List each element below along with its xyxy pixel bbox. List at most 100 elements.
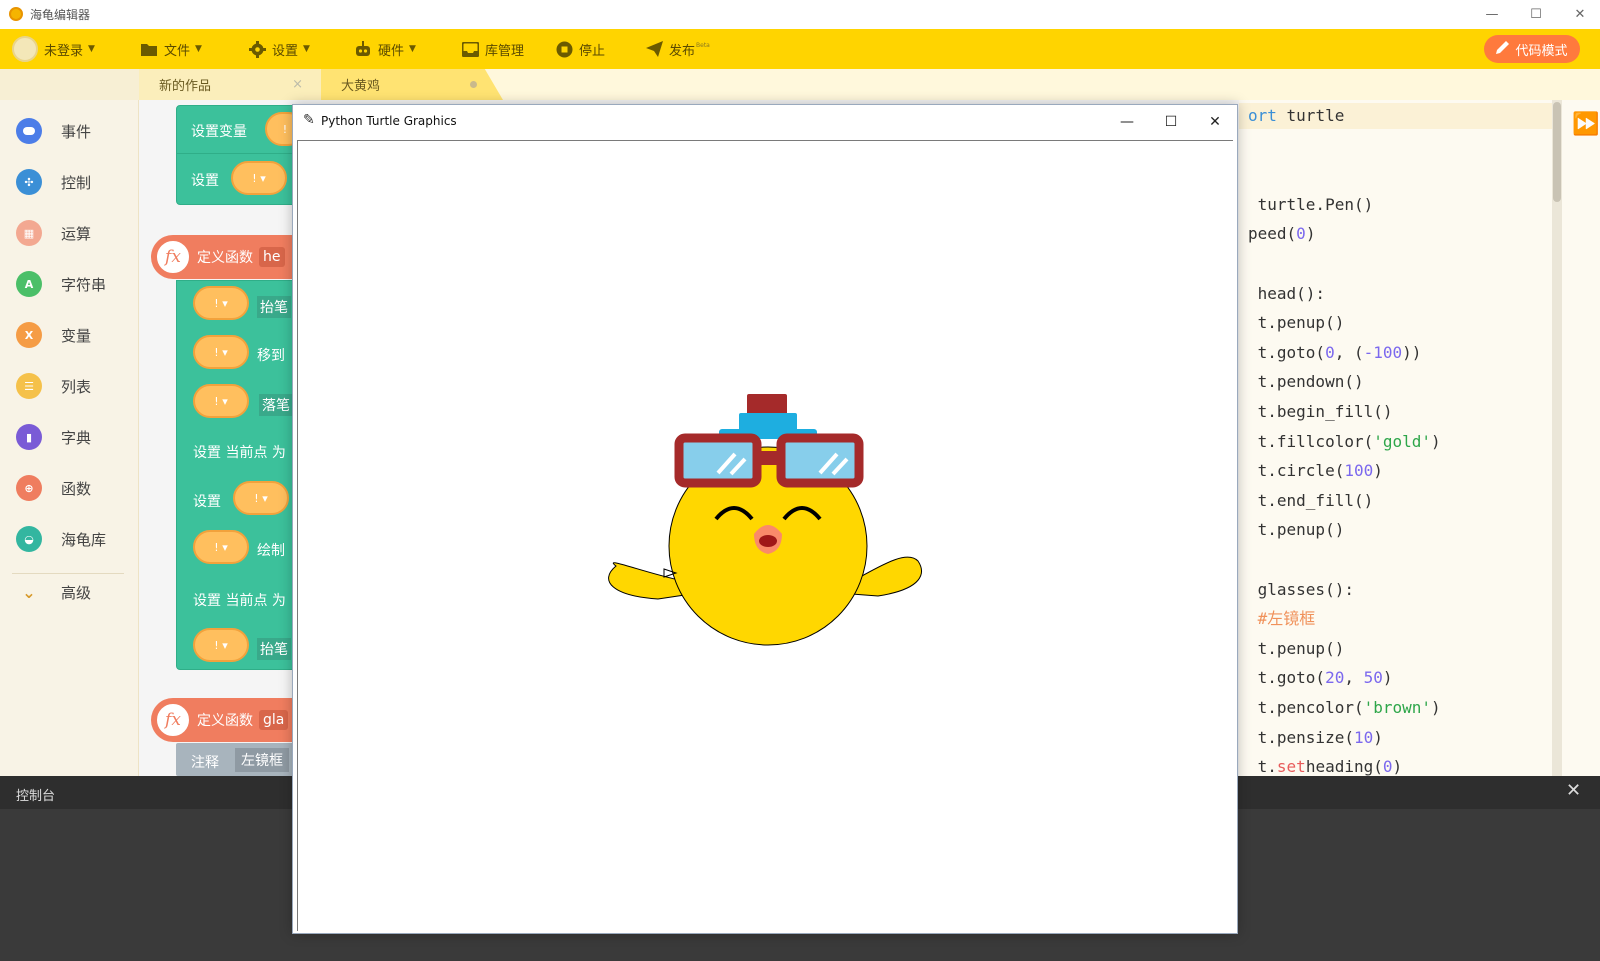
sidebar-item-label: 运算 xyxy=(61,224,92,243)
hardware-menu[interactable]: 硬件 ▼ xyxy=(354,29,416,69)
scrollbar-thumb[interactable] xyxy=(1553,102,1561,202)
code-line[interactable]: head(): xyxy=(1248,283,1325,305)
code-line[interactable]: t.penup() xyxy=(1248,638,1345,660)
turtle-window-title: Python Turtle Graphics xyxy=(321,114,457,128)
code-line[interactable]: t.circle(100) xyxy=(1248,460,1383,482)
paper-plane-icon xyxy=(645,40,663,58)
code-line[interactable]: t.penup() xyxy=(1248,312,1345,334)
code-mode-button[interactable]: 代码模式 xyxy=(1484,35,1580,63)
console-close-button[interactable]: ✕ xyxy=(1566,780,1581,801)
sidebar-item-functions[interactable]: ⊕ 函数 xyxy=(16,470,134,506)
operator-icon: ▦ xyxy=(16,220,42,246)
sidebar-item-label: 字典 xyxy=(61,428,92,447)
turtle-canvas[interactable] xyxy=(297,140,1233,931)
code-token: -100 xyxy=(1363,342,1403,362)
code-token: set xyxy=(1276,757,1306,777)
window-close-button[interactable]: ✕ xyxy=(1558,0,1600,29)
library-manager-button[interactable]: 库管理 xyxy=(461,29,524,69)
hat-top xyxy=(747,394,787,416)
code-token: t.begin_fill() xyxy=(1248,402,1393,421)
function-icon: ⊕ xyxy=(16,475,42,501)
code-token: )) xyxy=(1402,342,1422,362)
code-line[interactable]: turtle.Pen() xyxy=(1248,194,1374,216)
code-line[interactable]: peed(0) xyxy=(1248,223,1315,245)
code-token: 0 xyxy=(1325,342,1335,362)
close-icon[interactable]: × xyxy=(292,77,303,92)
turtle-graphics-window[interactable]: ✎ Python Turtle Graphics — ☐ ✕ xyxy=(292,104,1238,934)
sidebar-item-strings[interactable]: A 字符串 xyxy=(16,266,134,302)
code-line[interactable]: t.setheading(0) xyxy=(1248,756,1403,778)
sidebar-item-control[interactable]: ✣ 控制 xyxy=(16,164,134,200)
code-line[interactable]: t.pencolor('brown') xyxy=(1248,697,1441,719)
collapse-panel-icon[interactable]: ⏩ xyxy=(1572,112,1599,137)
code-token: turtle xyxy=(1276,106,1345,125)
code-line[interactable]: t.penup() xyxy=(1248,519,1345,541)
sidebar-item-events[interactable]: 事件 xyxy=(16,113,134,149)
code-line[interactable]: t.goto(20, 50) xyxy=(1248,667,1393,689)
control-icon: ✣ xyxy=(16,169,42,195)
value-slot[interactable]: ! ▾ xyxy=(233,481,289,515)
code-token: peed( xyxy=(1248,224,1297,244)
value-slot[interactable]: ! ▾ xyxy=(193,628,249,662)
code-line[interactable]: t.pensize(10) xyxy=(1248,727,1383,749)
code-line[interactable]: t.end_fill() xyxy=(1248,490,1374,512)
publish-button[interactable]: 发布 Beta xyxy=(645,29,710,69)
code-token: ort xyxy=(1248,106,1277,125)
tab-big-yellow-chick[interactable]: 大黄鸡 xyxy=(321,69,503,100)
value-slot[interactable]: ! ▾ xyxy=(193,335,249,369)
code-line[interactable]: t.pendown() xyxy=(1248,371,1364,393)
stop-icon xyxy=(555,40,573,58)
code-token: t.penup() xyxy=(1248,638,1345,658)
turtle-close-button[interactable]: ✕ xyxy=(1193,105,1237,138)
code-line[interactable]: glasses(): xyxy=(1248,579,1354,601)
turtle-minimize-button[interactable]: — xyxy=(1105,105,1149,138)
code-token: t.circle( xyxy=(1248,461,1345,481)
settings-menu[interactable]: 设置 ▼ xyxy=(248,29,310,69)
sidebar-item-advanced[interactable]: ⌄ 高级 xyxy=(16,574,134,610)
set-current-point-label: 设置 当前点 为 xyxy=(193,593,286,609)
sidebar-item-lists[interactable]: ☰ 列表 xyxy=(16,368,134,404)
function-name-field[interactable]: he xyxy=(259,247,285,267)
value-slot[interactable]: ! ▾ xyxy=(193,384,249,418)
tab-new-work[interactable]: 新的作品 × xyxy=(139,69,321,100)
stop-button[interactable]: 停止 xyxy=(555,29,605,69)
sidebar-item-label: 高级 xyxy=(61,583,92,602)
code-token: t.goto( xyxy=(1248,342,1326,362)
comment-text[interactable]: 左镜框 xyxy=(235,748,289,772)
code-scrollbar[interactable] xyxy=(1552,100,1562,776)
value-slot[interactable]: ! ▾ xyxy=(193,286,249,320)
code-token: , ( xyxy=(1334,342,1364,362)
sidebar-item-dictionary[interactable]: ▮ 字典 xyxy=(16,419,134,455)
value-slot[interactable]: ! ▾ xyxy=(193,530,249,564)
value-slot[interactable]: ! ▾ xyxy=(231,161,287,195)
pen-up-label: 抬笔 xyxy=(257,638,291,660)
sidebar-item-operators[interactable]: ▦ 运算 xyxy=(16,215,134,251)
sidebar-item-variables[interactable]: X 变量 xyxy=(16,317,134,353)
turtle-window-titlebar[interactable]: ✎ Python Turtle Graphics — ☐ ✕ xyxy=(293,105,1237,138)
sidebar-item-turtle-library[interactable]: ◒ 海龟库 xyxy=(16,521,134,557)
code-line[interactable]: #左镜框 xyxy=(1248,608,1316,630)
code-token: heading( xyxy=(1305,757,1383,777)
tab-label: 新的作品 xyxy=(159,79,212,94)
set-label: 设置 xyxy=(191,173,219,189)
window-minimize-button[interactable]: — xyxy=(1470,0,1514,29)
code-token: glasses(): xyxy=(1248,579,1354,599)
sidebar-item-label: 列表 xyxy=(61,377,92,396)
code-token: ) xyxy=(1373,461,1383,481)
window-maximize-button[interactable]: ☐ xyxy=(1514,0,1558,29)
chevron-down-icon: ▼ xyxy=(409,44,416,54)
code-token: t.pensize( xyxy=(1248,727,1354,747)
code-line[interactable]: ort turtle xyxy=(1248,105,1344,127)
code-token: turtle.Pen() xyxy=(1248,194,1374,214)
code-line[interactable]: t.begin_fill() xyxy=(1248,401,1393,423)
turtle-maximize-button[interactable]: ☐ xyxy=(1149,105,1193,138)
code-line[interactable]: t.fillcolor('gold') xyxy=(1248,431,1441,453)
login-menu[interactable]: 未登录 ▼ xyxy=(12,29,95,69)
sidebar-item-label: 事件 xyxy=(61,122,92,141)
code-token: ) xyxy=(1382,668,1393,688)
draw-label: 绘制 xyxy=(257,543,285,559)
file-menu[interactable]: 文件 ▼ xyxy=(140,29,202,69)
code-line[interactable]: t.goto(0, (-100)) xyxy=(1248,342,1422,364)
turtle-icon: ◒ xyxy=(16,526,42,552)
function-name-field[interactable]: gla xyxy=(259,710,289,730)
